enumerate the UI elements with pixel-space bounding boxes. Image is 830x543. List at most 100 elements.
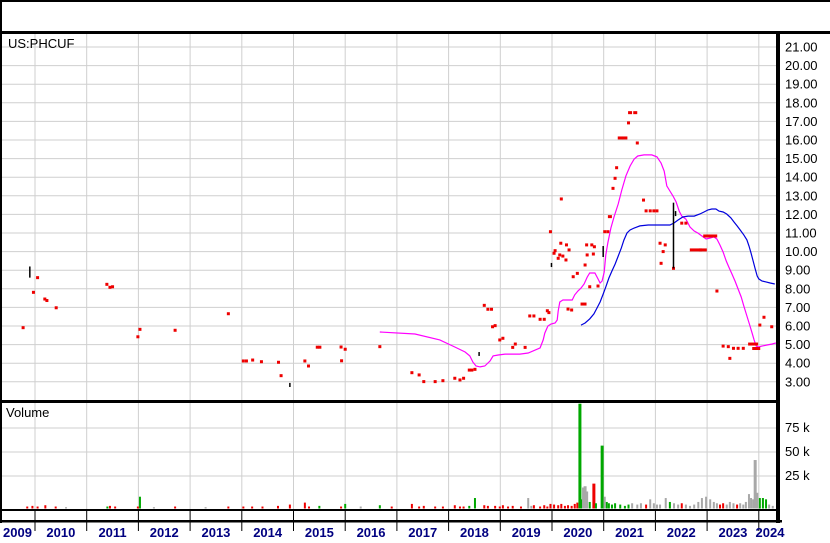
header-divider [0,31,830,34]
volume-bar [649,499,652,509]
year-axis-label: 2024 [756,525,786,540]
year-axis-label: 2018 [460,525,489,540]
volume-axis-label: 25 k [785,468,810,483]
volume-bar [765,499,768,509]
volume-bar [677,504,680,509]
volume-bar [728,501,731,509]
price-mark [105,282,109,286]
price-mark [241,359,245,363]
price-mark [462,376,466,380]
volume-bar [553,504,556,509]
price-mark [523,345,527,349]
price-mark [633,111,638,115]
price-mark [567,248,571,252]
volume-bar [530,505,533,509]
volume-bar [583,486,587,509]
price-mark [622,136,628,140]
price-axis-label: 7.00 [785,300,810,315]
volume-bar [570,505,573,509]
price-mark [566,307,570,311]
volume-bar [588,501,591,509]
price-mark [279,374,283,378]
price-mark [661,250,665,254]
price-mark [108,285,112,289]
volume-bar [519,506,522,509]
chart-canvas[interactable]: 21.00 20.00 19.00 18.00 17.00 16.00 15.00 14.00… [0,0,830,543]
price-axis-label: 14.00 [785,170,818,185]
volume-bar [594,503,597,509]
price-axis-label: 11.00 [785,226,817,241]
price-mark [441,379,445,383]
price-mark [315,345,319,349]
volume-bar [747,494,750,509]
volume-bar [54,506,57,509]
price-mark [21,326,25,330]
price-mark [642,198,646,202]
price-mark [680,221,684,225]
price-mark [580,302,587,306]
price-mark [339,345,343,349]
price-mark [470,368,474,372]
price-mark [663,243,667,247]
price-mark [306,364,310,368]
price-axis-label: 20.00 [785,58,818,73]
volume-bar [340,506,343,509]
price-mark [277,360,281,364]
price-mark [318,345,322,349]
volume-bar [668,501,671,509]
volume-bar [560,503,563,509]
left-border [0,0,2,523]
price-axis-label: 15.00 [785,151,818,166]
volume-bar [744,501,747,509]
price-mark [226,312,230,316]
price-axis-label: 19.00 [785,77,818,92]
volume-bar [434,506,437,509]
price-mark [628,111,633,115]
price-mark [721,344,725,348]
price-mark [259,360,263,364]
price-mark [36,276,40,280]
volume-bar [458,506,461,509]
volume-bar [152,507,155,509]
year-axis-label: 2019 [512,525,541,540]
price-mark [715,289,719,293]
volume-bar [242,506,245,509]
volume-bottom-border [0,509,780,511]
volume-bar [418,506,421,509]
price-mark [538,317,542,321]
price-mark [433,380,437,384]
volume-bar [712,501,715,509]
volume-bar [627,504,630,509]
price-mark [684,221,688,225]
price-mark [644,209,648,213]
price-mark [453,376,457,380]
price-mark [741,346,745,350]
volume-bar [486,505,489,509]
price-mark [658,241,662,245]
price-mark [473,367,477,371]
price-mark [571,275,575,279]
price-mark [490,307,494,311]
price-mark [111,285,115,289]
price-mark [703,234,718,238]
volume-bar [673,503,676,509]
price-mark [422,380,426,384]
price-mark [173,328,177,332]
price-axis-label: 16.00 [785,133,818,148]
volume-bar [753,460,757,509]
price-mark [603,230,607,234]
volume-bar [36,506,39,509]
price-mark [611,186,615,190]
price-mark [748,342,759,346]
volume-bar [108,505,111,509]
symbol-label: US:PHCUF [8,36,75,51]
volume-bar [65,507,68,509]
price-mark [303,359,307,363]
year-axis-label: 2009 [3,525,32,540]
price-mark [728,356,732,360]
year-axis-label: 2023 [718,525,747,540]
volume-bar [722,503,725,509]
price-mark [617,136,623,140]
price-mark [558,253,562,257]
price-mark [54,306,58,310]
